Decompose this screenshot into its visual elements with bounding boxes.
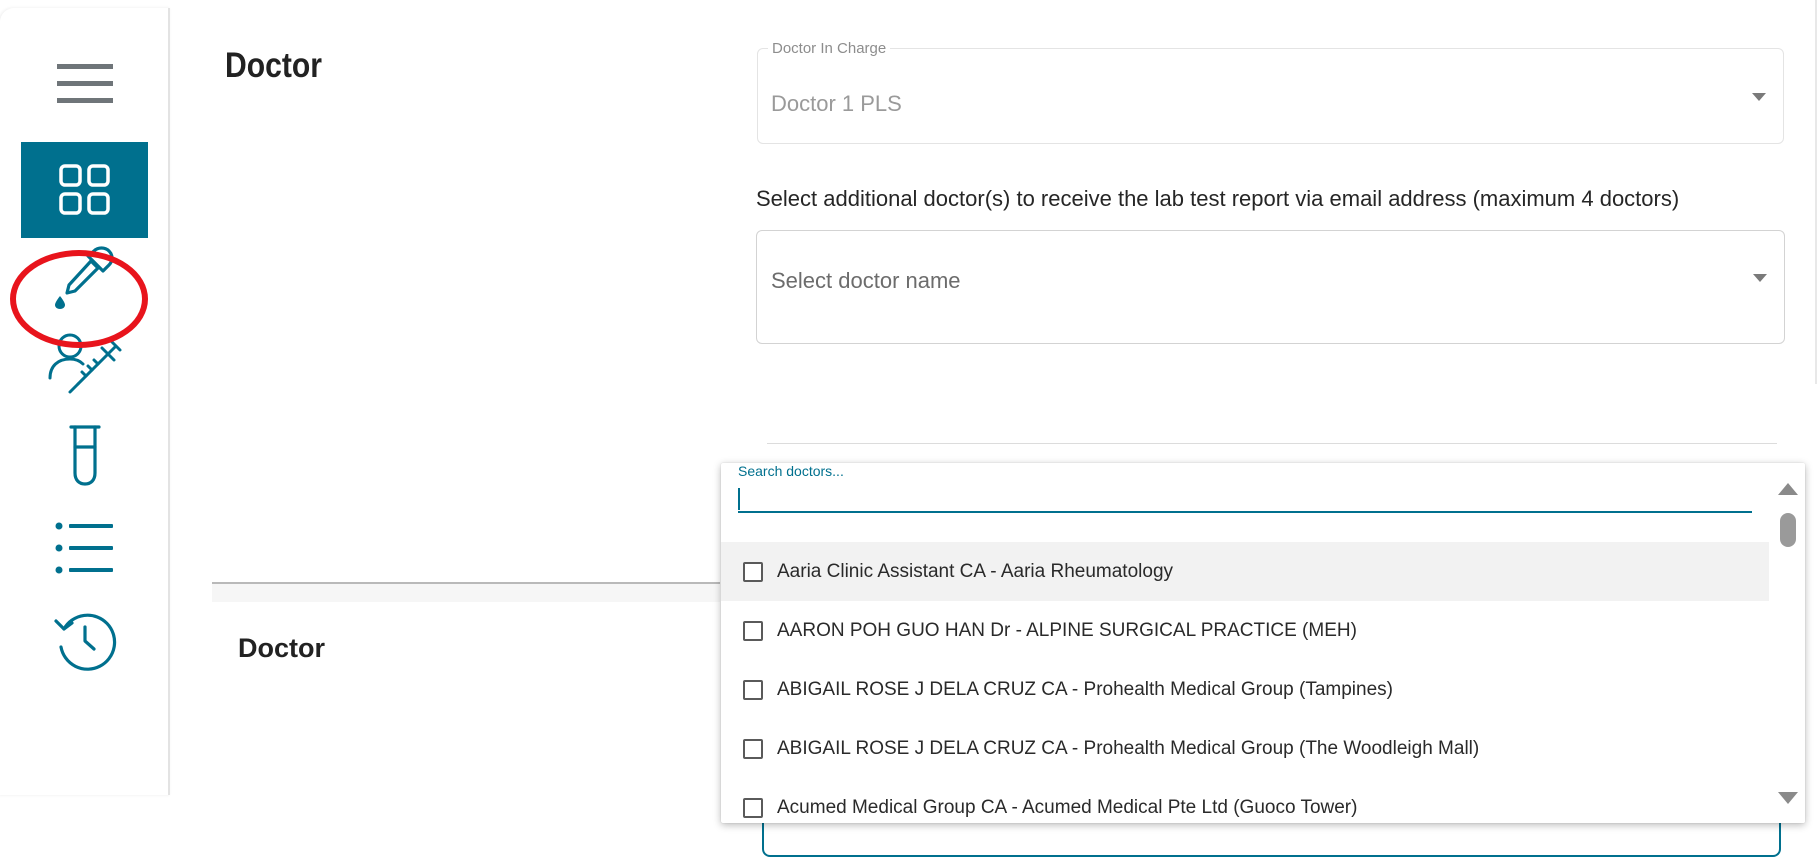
search-doctors-input[interactable] (738, 481, 1752, 513)
select-doctor-name-select[interactable]: Select doctor name (756, 230, 1785, 344)
sidebar (0, 8, 170, 795)
checkbox[interactable] (743, 620, 763, 641)
dropper-icon (54, 246, 114, 309)
sidebar-item-dashboard[interactable] (21, 142, 148, 238)
history-icon (53, 613, 116, 671)
list-item[interactable]: ABIGAIL ROSE J DELA CRUZ CA - Prohealth … (721, 719, 1769, 778)
text-cursor (738, 488, 740, 510)
option-label: ABIGAIL ROSE J DELA CRUZ CA - Prohealth … (777, 678, 1393, 700)
scroll-down-arrow-icon[interactable] (1778, 792, 1798, 804)
list-item[interactable]: ABIGAIL ROSE J DELA CRUZ CA - Prohealth … (721, 660, 1769, 719)
section-title: Doctor (225, 46, 322, 85)
doctor-options-list: Aaria Clinic Assistant CA - Aaria Rheuma… (721, 542, 1769, 823)
list-icon (55, 522, 113, 574)
select-doctor-placeholder: Select doctor name (771, 268, 961, 293)
user-syringe-icon (48, 333, 121, 394)
list-item[interactable]: Aaria Clinic Assistant CA - Aaria Rheuma… (721, 542, 1769, 601)
menu-button[interactable] (21, 36, 148, 132)
section-title: Doctor (238, 633, 325, 663)
doctor-in-charge-value: Doctor 1 PLS (771, 91, 902, 116)
chevron-down-icon (1752, 93, 1766, 101)
additional-doctors-helper-text: Select additional doctor(s) to receive t… (756, 186, 1680, 211)
scrollbar[interactable] (1769, 463, 1805, 823)
doctor-dropdown-panel: Search doctors... Aaria Clinic Assistant… (721, 463, 1805, 823)
scroll-up-arrow-icon[interactable] (1778, 483, 1798, 495)
divider (767, 443, 1777, 444)
checkbox[interactable] (743, 738, 763, 759)
checkbox[interactable] (743, 561, 763, 582)
sidebar-item-vaccination[interactable] (21, 313, 148, 409)
option-label: Acumed Medical Group CA - Acumed Medical… (777, 796, 1358, 818)
checkbox[interactable] (743, 797, 763, 818)
option-label: ABIGAIL ROSE J DELA CRUZ CA - Prohealth … (777, 737, 1480, 759)
test-tube-icon (68, 425, 101, 486)
sidebar-item-lab-test[interactable] (21, 226, 148, 322)
scrollbar-thumb[interactable] (1780, 513, 1796, 547)
option-label: Aaria Clinic Assistant CA - Aaria Rheuma… (777, 560, 1174, 582)
doctor-in-charge-field[interactable]: Doctor In Charge Doctor 1 PLS (757, 40, 1784, 144)
checkbox[interactable] (743, 679, 763, 700)
hamburger-menu-icon (56, 64, 113, 103)
list-item[interactable]: Acumed Medical Group CA - Acumed Medical… (721, 778, 1769, 823)
search-doctors-label: Search doctors... (738, 463, 844, 479)
section-header-background (212, 584, 720, 602)
option-label: AARON POH GUO HAN Dr - ALPINE SURGICAL P… (777, 619, 1357, 641)
card-border (1815, 0, 1817, 384)
doctor-in-charge-label: Doctor In Charge (768, 40, 891, 57)
chevron-down-icon (1753, 274, 1767, 282)
sidebar-item-list[interactable] (21, 500, 148, 596)
dashboard-grid-icon (58, 164, 110, 215)
sidebar-item-test-tube[interactable] (21, 408, 148, 504)
list-item[interactable]: AARON POH GUO HAN Dr - ALPINE SURGICAL P… (721, 601, 1769, 660)
sidebar-item-history[interactable] (21, 592, 148, 688)
